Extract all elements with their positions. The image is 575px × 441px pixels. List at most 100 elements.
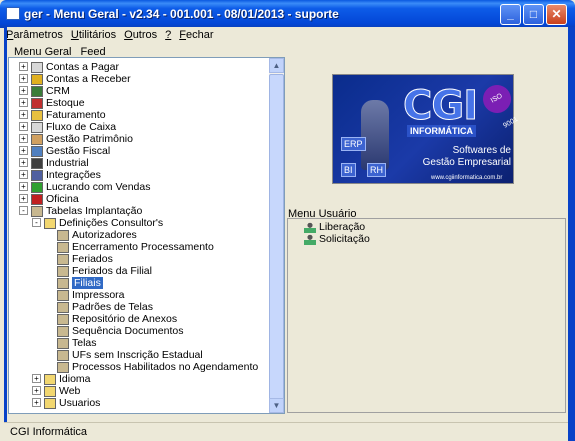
people-icon [31, 205, 43, 217]
tree-item[interactable]: + Gestão Patrimônio [19, 133, 133, 145]
expand-icon[interactable]: + [19, 182, 28, 191]
expand-icon[interactable]: + [19, 146, 28, 155]
tree-item-label: Autorizadores [72, 229, 137, 241]
people-icon [57, 241, 69, 253]
sales-icon [31, 181, 43, 193]
tree-item[interactable]: Repositório de Anexos [57, 313, 177, 325]
tree-item-label: Processos Habilitados no Agendamento [72, 361, 259, 373]
tax-icon [31, 145, 43, 157]
tree-item-label: CRM [46, 85, 70, 97]
scroll-thumb[interactable] [269, 74, 284, 406]
cgi-banner: CGI ISO 9001 INFORMÁTICA ERP BI RH Softw… [332, 74, 519, 184]
tree-item-label: UFs sem Inscrição Estadual [72, 349, 203, 361]
report-icon [31, 121, 43, 133]
expand-icon[interactable]: + [19, 62, 28, 71]
scroll-up-button[interactable]: ▲ [269, 58, 284, 73]
tree-item-label: Sequência Documentos [72, 325, 184, 337]
tree-item[interactable]: UFs sem Inscrição Estadual [57, 349, 203, 361]
expand-icon[interactable]: + [32, 386, 41, 395]
tree-item-label: Feriados [72, 253, 113, 265]
tree-item-label: Repositório de Anexos [72, 313, 178, 325]
tree-item[interactable]: + Idioma [32, 373, 91, 385]
tree-item[interactable]: Autorizadores [57, 229, 137, 241]
tree-item-label: Faturamento [46, 109, 106, 121]
people-icon [57, 229, 69, 241]
folder-open-icon [44, 217, 56, 229]
maximize-button[interactable]: □ [523, 4, 544, 25]
tree-item[interactable]: Encerramento Processamento [57, 241, 214, 253]
menu-1[interactable]: Utilitários [71, 27, 116, 43]
tree-item[interactable]: + Gestão Fiscal [19, 145, 111, 157]
tree-item[interactable]: Feriados da Filial [57, 265, 152, 277]
menu-0[interactable]: Parâmetros [6, 27, 63, 43]
tree-item[interactable]: Feriados [57, 253, 113, 265]
tree-item[interactable]: + Web [32, 385, 81, 397]
expand-icon[interactable]: + [19, 86, 28, 95]
minimize-button[interactable]: _ [500, 4, 521, 25]
tree-item[interactable]: + Lucrando com Vendas [19, 181, 151, 193]
expand-icon[interactable]: + [19, 134, 28, 143]
menu-3[interactable]: ? [165, 27, 171, 43]
tree-item[interactable]: + Fluxo de Caixa [19, 121, 116, 133]
menu-usuario-item[interactable]: Solicitação [304, 233, 370, 245]
tree-item-label: Feriados da Filial [72, 265, 152, 277]
expand-icon[interactable]: + [19, 110, 28, 119]
scroll-down-button[interactable]: ▼ [269, 398, 284, 413]
expand-icon[interactable]: + [19, 170, 28, 179]
status-text: CGI Informática [10, 426, 88, 438]
tree-item-label: Usuarios [59, 397, 101, 409]
tree-item-label: Gestão Fiscal [46, 145, 111, 157]
tree-item[interactable]: - Definições Consultor's [32, 217, 164, 229]
expand-icon[interactable]: + [32, 398, 41, 407]
tree-item[interactable]: Filiais [57, 277, 103, 289]
expand-icon[interactable]: + [19, 122, 28, 131]
people-icon [57, 301, 69, 313]
expand-icon[interactable]: + [19, 158, 28, 167]
folder-icon [44, 373, 56, 385]
tree-item-label: Tabelas Implantação [46, 205, 143, 217]
tree-scrollbar[interactable]: ▲ ▼ [269, 58, 284, 413]
integration-icon [31, 169, 43, 181]
banner-line2: Gestão Empresarial [422, 157, 511, 168]
collapse-icon[interactable]: - [19, 206, 28, 215]
invoice-icon [31, 109, 43, 121]
folder-icon [44, 397, 56, 409]
expand-icon[interactable]: + [19, 74, 28, 83]
tree-item[interactable]: + Contas a Pagar [19, 61, 119, 73]
tree-item[interactable]: Padrões de Telas [57, 301, 153, 313]
expand-icon[interactable]: + [19, 98, 28, 107]
tree-item[interactable]: + Industrial [19, 157, 89, 169]
tree-item[interactable]: Telas [57, 337, 97, 349]
tree-item[interactable]: + Oficina [19, 193, 79, 205]
menu-tree[interactable]: + Contas a Pagar + Contas a Receber + CRM + Est… [8, 57, 285, 414]
menu-4[interactable]: Fechar [179, 27, 213, 43]
tree-item[interactable]: + Usuarios [32, 397, 101, 409]
tree-item-label: Estoque [46, 97, 85, 109]
tree-item[interactable]: + Estoque [19, 97, 85, 109]
collapse-icon[interactable]: - [32, 218, 41, 227]
money-icon [31, 73, 43, 85]
tree-item[interactable]: Impressora [57, 289, 125, 301]
expand-icon[interactable]: + [32, 374, 41, 383]
tree-item[interactable]: Processos Habilitados no Agendamento [57, 361, 258, 373]
tree-item[interactable]: + Integrações [19, 169, 101, 181]
menu-usuario-item[interactable]: Liberação [304, 221, 365, 233]
menu-2[interactable]: Outros [124, 27, 157, 43]
erp-label: ERP [341, 137, 366, 151]
people-icon [57, 313, 69, 325]
tree-item[interactable]: Sequência Documentos [57, 325, 184, 337]
tree-item[interactable]: - Tabelas Implantação [19, 205, 143, 217]
tree-item[interactable]: + Contas a Receber [19, 73, 131, 85]
tree-item[interactable]: + Faturamento [19, 109, 106, 121]
iso-badge: ISO 9001 [477, 79, 519, 130]
tree-item-label: Web [59, 385, 81, 397]
people-icon [57, 325, 69, 337]
tree-item-label: Telas [72, 337, 97, 349]
tree-item-label: Idioma [59, 373, 91, 385]
title-bar[interactable]: ger - Menu Geral - v2.34 - 001.001 - 08/… [0, 0, 575, 28]
expand-icon[interactable]: + [19, 194, 28, 203]
tree-item-label: Definições Consultor's [59, 217, 164, 229]
close-button[interactable]: ✕ [546, 4, 567, 25]
asset-icon [31, 133, 43, 145]
tree-item[interactable]: + CRM [19, 85, 70, 97]
